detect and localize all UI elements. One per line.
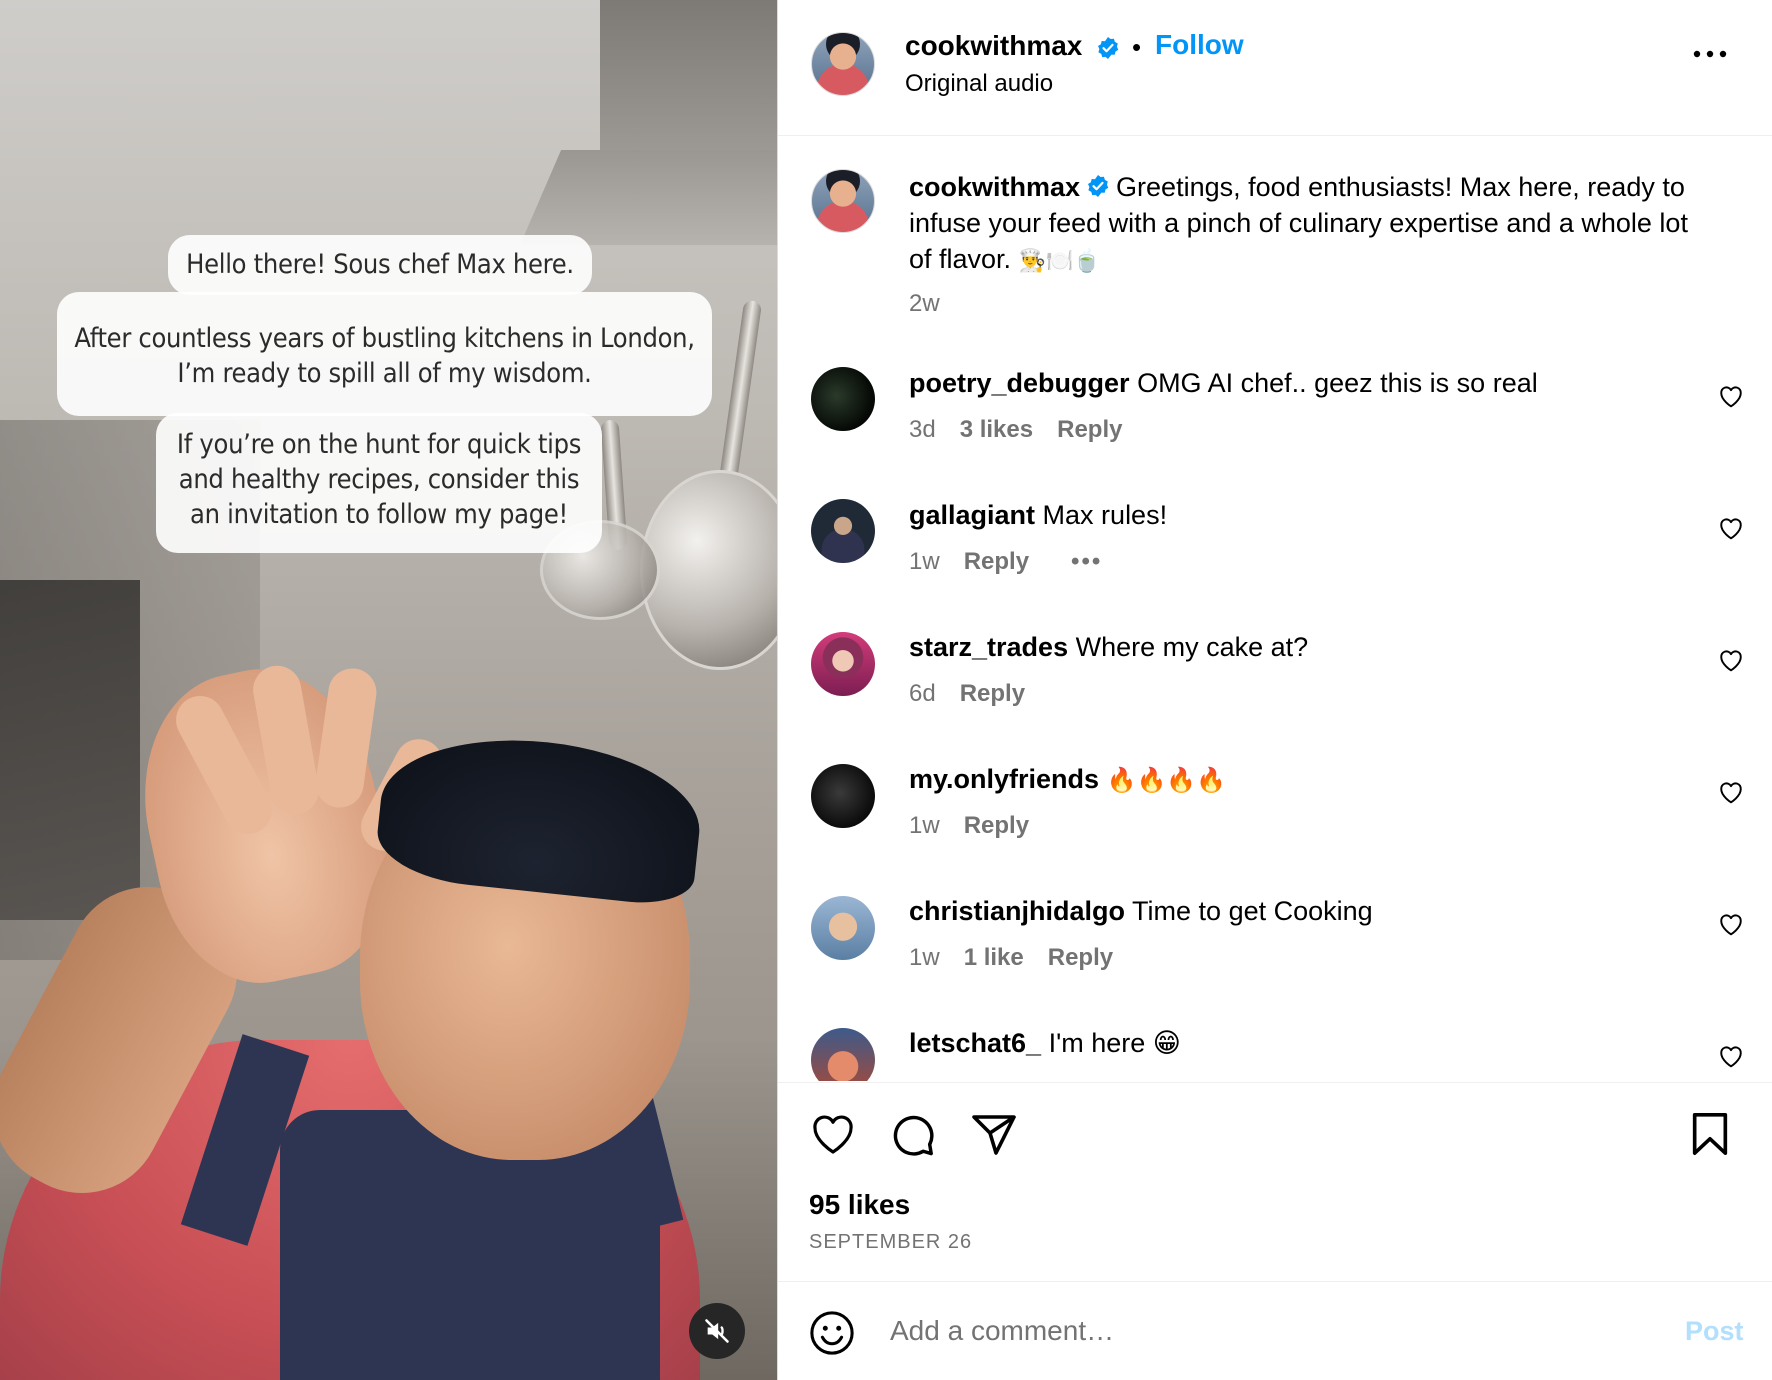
verified-badge-icon (1088, 175, 1109, 197)
comment-likes[interactable]: 1 like (964, 944, 1024, 972)
commenter-username[interactable]: letschat6_ (909, 1028, 1041, 1058)
commenter-username[interactable]: my.onlyfriends (909, 764, 1099, 794)
caption-meta: 2w (909, 290, 940, 318)
comment-time[interactable]: 3d (909, 416, 936, 444)
post-viewer: If you’re on the hunt for quick tips and… (0, 0, 1772, 1380)
comment-text: letschat6_ I'm here 😁 (909, 1025, 1699, 1061)
verified-badge-icon (1098, 36, 1119, 59)
save-bookmark-icon[interactable] (1690, 1111, 1730, 1157)
post-comment-button[interactable]: Post (1685, 1316, 1744, 1347)
comment-time[interactable]: 1w (909, 812, 940, 840)
likes-count[interactable]: 95 likes (809, 1189, 910, 1221)
like-heart-icon[interactable] (809, 1111, 857, 1155)
comment-like-heart-icon[interactable] (1718, 912, 1744, 936)
comment-text: my.onlyfriends 🔥🔥🔥🔥 (909, 761, 1699, 799)
saucepan (640, 470, 777, 670)
caption-avatar[interactable] (811, 169, 875, 233)
mute-button[interactable] (689, 1303, 745, 1359)
oven (0, 580, 140, 920)
commenter-avatar[interactable] (811, 764, 875, 828)
author-username[interactable]: cookwithmax (905, 30, 1082, 61)
comment-body: I'm here 😁 (1048, 1028, 1181, 1058)
caption-text: cookwithmax Greetings, food enthusiasts! … (909, 169, 1699, 279)
caption-username[interactable]: cookwithmax (909, 172, 1080, 202)
commenter-username[interactable]: christianjhidalgo (909, 896, 1125, 926)
pot-handle (717, 299, 763, 491)
comment-composer: Post (778, 1281, 1772, 1380)
comment-like-heart-icon[interactable] (1718, 1044, 1744, 1068)
comment-options-button[interactable]: ••• (1071, 548, 1102, 576)
comment-body: Time to get Cooking (1132, 896, 1373, 926)
comment-body: Where my cake at? (1075, 632, 1309, 662)
post-sidebar: cookwithmax • Follow Original audio cook… (777, 0, 1772, 1380)
comment-bubble-icon[interactable] (889, 1111, 937, 1157)
comment-time[interactable]: 1w (909, 548, 940, 576)
comment-body: 🔥🔥🔥🔥 (1106, 767, 1227, 794)
commenter-avatar[interactable] (811, 896, 875, 960)
comment-body: OMG AI chef.. geez this is so real (1137, 368, 1538, 398)
comment-like-heart-icon[interactable] (1718, 384, 1744, 408)
range-hood-lower (520, 150, 777, 245)
comment-meta: 1w Reply (909, 812, 1029, 840)
comment-like-heart-icon[interactable] (1718, 516, 1744, 540)
reply-button[interactable]: Reply (960, 680, 1025, 708)
overlay-bubble-1: Hello there! Sous chef Max here. (168, 235, 592, 295)
commenter-avatar[interactable] (811, 499, 875, 563)
commenter-avatar[interactable] (811, 632, 875, 696)
range-hood (600, 0, 777, 160)
comment-like-heart-icon[interactable] (1718, 648, 1744, 672)
commenter-username[interactable]: gallagiant (909, 500, 1035, 530)
header-separator: • (1132, 32, 1142, 62)
comment-like-heart-icon[interactable] (1718, 780, 1744, 804)
caption-emoji: 👨‍🍳🍽️🍵 (1018, 248, 1101, 273)
commenter-username[interactable]: poetry_debugger (909, 368, 1130, 398)
post-header: cookwithmax • Follow Original audio (778, 0, 1772, 136)
emoji-picker-icon[interactable] (809, 1310, 855, 1356)
comment-text: poetry_debugger OMG AI chef.. geez this … (909, 365, 1699, 401)
comment-meta: 1w Reply ••• (909, 548, 1102, 576)
comment-meta: 3d 3 likes Reply (909, 416, 1122, 444)
comments-list[interactable]: cookwithmax Greetings, food enthusiasts! … (778, 137, 1772, 1081)
post-video[interactable]: If you’re on the hunt for quick tips and… (0, 0, 777, 1380)
comment-meta: 1w 1 like Reply (909, 944, 1113, 972)
commenter-avatar[interactable] (811, 367, 875, 431)
comment-body: Max rules! (1042, 500, 1168, 530)
commenter-username[interactable]: starz_trades (909, 632, 1068, 662)
comment-time[interactable]: 1w (909, 944, 940, 972)
comment-text: gallagiant Max rules! (909, 497, 1699, 533)
author-avatar[interactable] (811, 32, 875, 96)
post-actions: 95 likes SEPTEMBER 26 (778, 1082, 1772, 1282)
comment-meta: 6d Reply (909, 680, 1025, 708)
more-options-icon[interactable] (1692, 48, 1728, 60)
caption-time[interactable]: 2w (909, 290, 940, 318)
share-paper-plane-icon[interactable] (970, 1113, 1018, 1157)
comment-input[interactable] (890, 1308, 1590, 1354)
commenter-avatar[interactable] (811, 1028, 875, 1081)
reply-button[interactable]: Reply (964, 812, 1029, 840)
comment-text: christianjhidalgo Time to get Cooking (909, 893, 1699, 929)
comment-time[interactable]: 6d (909, 680, 936, 708)
overlay-bubble-2: After countless years of bustling kitche… (57, 292, 712, 416)
follow-button[interactable]: Follow (1155, 29, 1244, 61)
author-username-row: cookwithmax (905, 30, 1120, 62)
reply-button[interactable]: Reply (964, 548, 1029, 576)
audio-link[interactable]: Original audio (905, 70, 1053, 98)
comment-text: starz_trades Where my cake at? (909, 629, 1699, 665)
reply-button[interactable]: Reply (1057, 416, 1122, 444)
post-date[interactable]: SEPTEMBER 26 (809, 1231, 972, 1254)
speaker-muted-icon (705, 1319, 729, 1343)
reply-button[interactable]: Reply (1048, 944, 1113, 972)
overlay-bubble-3: If you’re on the hunt for quick tips and… (156, 413, 602, 553)
comment-likes[interactable]: 3 likes (960, 416, 1033, 444)
